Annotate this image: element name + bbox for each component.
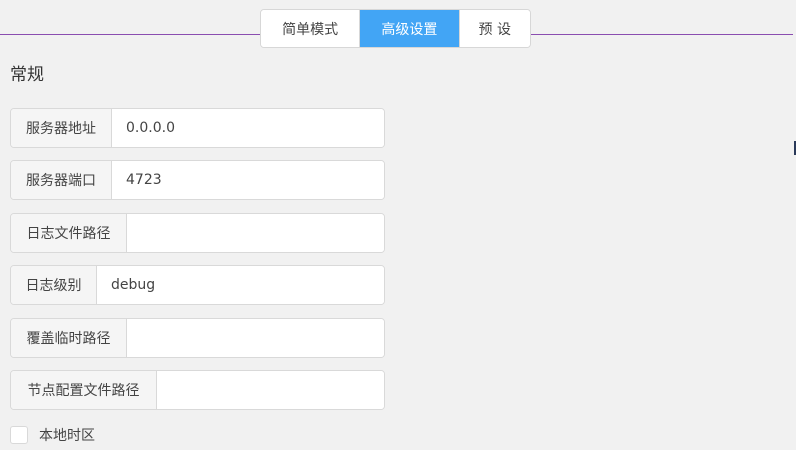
local-timezone-checkbox[interactable] — [10, 426, 28, 444]
server-address-input[interactable] — [112, 109, 384, 147]
log-level-label: 日志级别 — [11, 266, 97, 304]
log-level-row: 日志级别 — [10, 265, 385, 305]
log-file-path-row: 日志文件路径 — [10, 213, 385, 253]
node-config-path-label: 节点配置文件路径 — [11, 371, 157, 409]
log-file-path-label: 日志文件路径 — [11, 214, 127, 252]
server-port-label: 服务器端口 — [11, 161, 112, 199]
node-config-path-row: 节点配置文件路径 — [10, 370, 385, 410]
server-address-row: 服务器地址 — [10, 108, 385, 148]
tab-advanced-settings[interactable]: 高级设置 — [359, 10, 459, 47]
server-port-row: 服务器端口 — [10, 160, 385, 200]
override-temp-path-input[interactable] — [127, 319, 384, 357]
local-timezone-label: 本地时区 — [39, 428, 95, 444]
override-temp-path-label: 覆盖临时路径 — [11, 319, 127, 357]
log-file-path-input[interactable] — [127, 214, 384, 252]
mode-tabs: 简单模式 高级设置 预 设 — [260, 9, 531, 48]
log-level-input[interactable] — [97, 266, 384, 304]
tab-simple-mode[interactable]: 简单模式 — [261, 10, 360, 47]
server-address-label: 服务器地址 — [11, 109, 112, 147]
server-port-input[interactable] — [112, 161, 384, 199]
local-timezone-option[interactable]: 本地时区 — [10, 425, 95, 445]
tab-presets[interactable]: 预 设 — [458, 10, 530, 47]
node-config-path-input[interactable] — [157, 371, 384, 409]
override-temp-path-row: 覆盖临时路径 — [10, 318, 385, 358]
section-title: 常规 — [10, 65, 44, 85]
